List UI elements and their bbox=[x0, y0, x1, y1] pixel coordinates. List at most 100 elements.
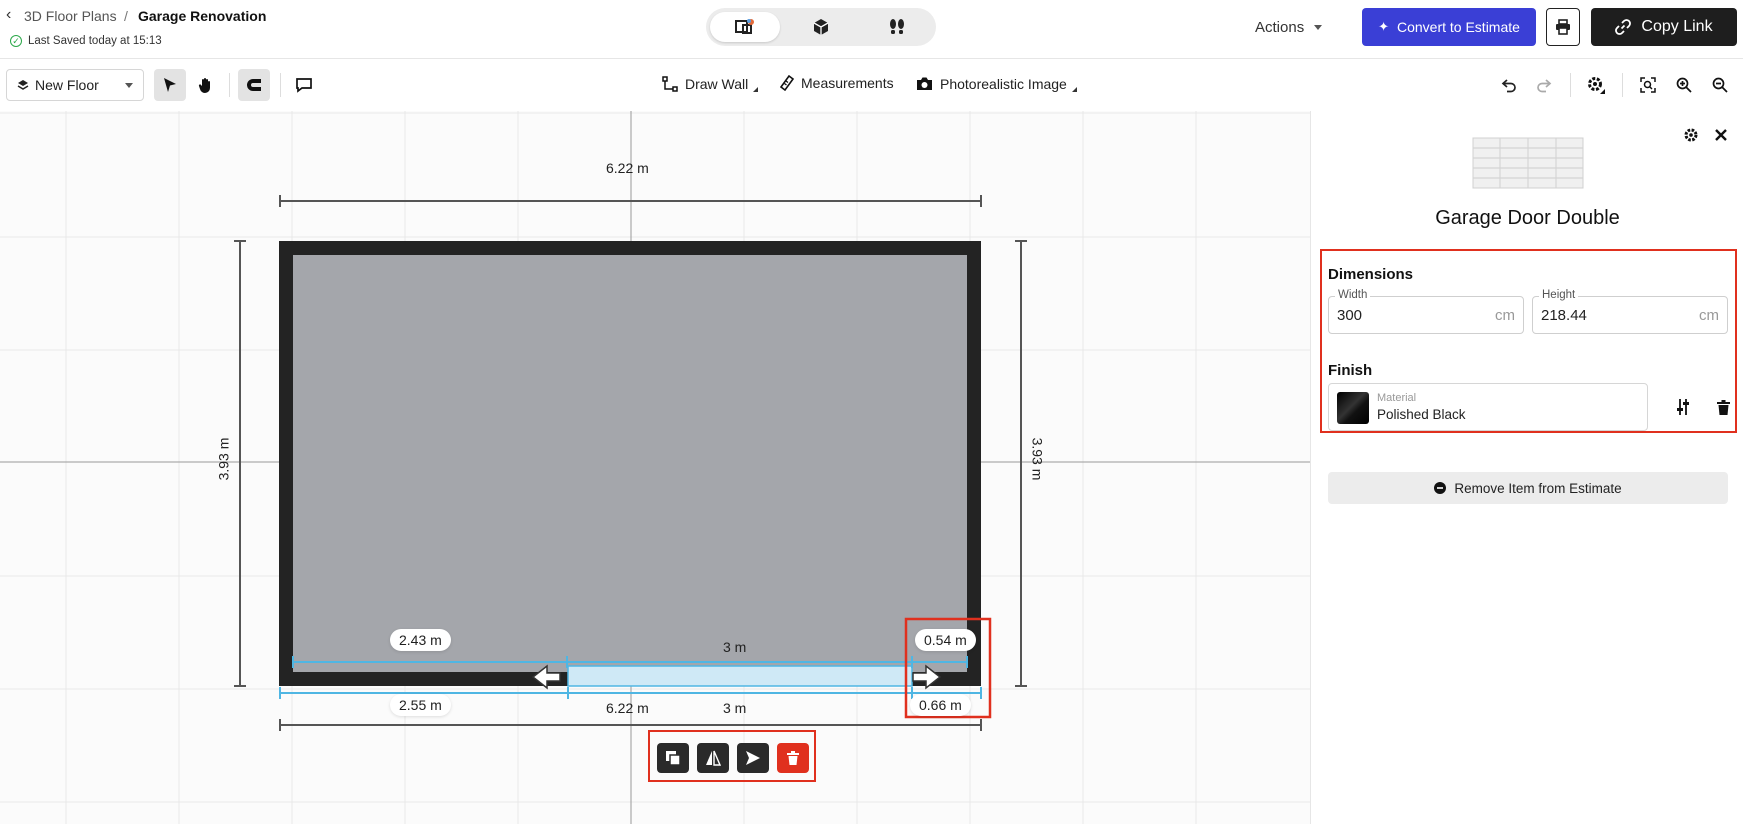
right-height-label: 3.93 m bbox=[1029, 437, 1046, 481]
comment-icon bbox=[296, 78, 312, 93]
floor-select[interactable]: New Floor bbox=[6, 69, 144, 101]
selection-action-bar bbox=[648, 730, 816, 782]
zoom-fit-icon bbox=[1640, 77, 1656, 93]
door-left-inner-label[interactable]: 2.43 m bbox=[390, 629, 451, 651]
caret-down-icon bbox=[125, 82, 133, 88]
view-mode-toggle bbox=[706, 8, 936, 46]
measurements-button[interactable]: Measurements bbox=[780, 75, 894, 91]
floor-plan-canvas[interactable]: 6.22 m 3.93 m 3.93 m 2.43 m 3 m 0.54 m 2… bbox=[0, 111, 1310, 824]
convert-label: Convert to Estimate bbox=[1396, 19, 1520, 35]
view-walkthrough[interactable] bbox=[862, 12, 932, 42]
cube-icon bbox=[813, 19, 829, 35]
trash-icon bbox=[1716, 399, 1730, 415]
view-2d-plan[interactable] bbox=[710, 12, 780, 42]
duplicate-button[interactable] bbox=[657, 743, 689, 773]
sparkle-icon: ✦ bbox=[1378, 19, 1389, 34]
duplicate-icon bbox=[666, 751, 681, 766]
check-circle-icon: ✓ bbox=[10, 35, 22, 47]
left-dimension-line bbox=[234, 240, 246, 687]
width-value: 300 bbox=[1337, 307, 1363, 324]
door-left-outer-label[interactable]: 2.55 m bbox=[390, 694, 451, 716]
magnet-icon bbox=[247, 79, 261, 91]
height-label: Height bbox=[1539, 289, 1579, 301]
ruler-icon bbox=[780, 75, 794, 91]
material-label: Material bbox=[1377, 392, 1417, 404]
height-value: 218.44 bbox=[1541, 307, 1587, 324]
select-tool[interactable] bbox=[154, 69, 186, 101]
photorealistic-image-button[interactable]: Photorealistic Image bbox=[916, 75, 1077, 92]
draw-wall-button[interactable]: Draw Wall bbox=[662, 75, 759, 92]
flip-button[interactable] bbox=[697, 743, 729, 773]
actions-dropdown[interactable]: Actions bbox=[1255, 14, 1323, 40]
dimensions-heading: Dimensions bbox=[1328, 266, 1414, 283]
item-settings-button[interactable] bbox=[1679, 123, 1703, 147]
remove-material-button[interactable] bbox=[1711, 395, 1735, 419]
flip-icon bbox=[706, 750, 721, 766]
bottom-width-label: 6.22 m bbox=[606, 700, 649, 716]
door-width-outer-label: 3 m bbox=[723, 700, 747, 716]
adjust-material-button[interactable] bbox=[1671, 395, 1695, 419]
material-swatch bbox=[1337, 392, 1369, 424]
top-width-label: 6.22 m bbox=[606, 160, 649, 176]
minus-circle-icon bbox=[1434, 482, 1447, 494]
saved-status-text: Last Saved today at 15:13 bbox=[28, 35, 162, 47]
item-properties-panel: Garage Door Double Dimensions Width 300 … bbox=[1310, 111, 1743, 824]
snap-magnet-toggle[interactable] bbox=[238, 69, 270, 101]
zoom-in-icon bbox=[1676, 77, 1692, 93]
remove-label: Remove Item from Estimate bbox=[1454, 480, 1622, 496]
comment-tool[interactable] bbox=[288, 69, 320, 101]
hand-icon bbox=[198, 77, 210, 93]
measurements-label: Measurements bbox=[801, 75, 894, 91]
door-right-outer-label[interactable]: 0.66 m bbox=[910, 694, 971, 716]
app-header: ‹ 3D Floor Plans / Garage Renovation ✓ L… bbox=[0, 0, 1743, 59]
garage-door-thumbnail bbox=[1472, 137, 1584, 189]
floorplan-icon bbox=[735, 19, 754, 34]
breadcrumb-separator: / bbox=[124, 8, 128, 24]
copy-link-button[interactable]: Copy Link bbox=[1591, 8, 1737, 46]
pointer-icon bbox=[164, 78, 176, 92]
editor-toolbar: New Floor Draw Wall Measurements Photore… bbox=[0, 59, 1743, 112]
draw-wall-icon bbox=[662, 75, 678, 92]
back-chevron-icon[interactable]: ‹ bbox=[6, 6, 11, 24]
footsteps-icon bbox=[890, 19, 904, 34]
page-title: Garage Renovation bbox=[138, 8, 267, 24]
zoom-fit-button[interactable] bbox=[1632, 69, 1664, 101]
pan-tool[interactable] bbox=[190, 69, 222, 101]
send-button[interactable] bbox=[737, 743, 769, 773]
print-button[interactable] bbox=[1546, 8, 1580, 46]
width-label: Width bbox=[1335, 289, 1371, 301]
saved-status: ✓ Last Saved today at 15:13 bbox=[10, 35, 162, 47]
convert-to-estimate-button[interactable]: ✦ Convert to Estimate bbox=[1362, 8, 1536, 46]
view-3d-box[interactable] bbox=[786, 12, 856, 42]
draw-wall-label: Draw Wall bbox=[685, 75, 749, 92]
settings-menu-button[interactable] bbox=[1580, 69, 1612, 101]
room-floor bbox=[293, 255, 967, 672]
toolbar-divider bbox=[1622, 73, 1623, 97]
toolbar-divider bbox=[1570, 73, 1571, 97]
delete-item-button[interactable] bbox=[777, 743, 809, 773]
height-unit: cm bbox=[1699, 307, 1719, 324]
zoom-out-button[interactable] bbox=[1704, 69, 1736, 101]
floor-select-label: New Floor bbox=[35, 77, 99, 93]
close-panel-button[interactable] bbox=[1709, 123, 1733, 147]
width-field[interactable]: Width 300 cm bbox=[1328, 289, 1524, 334]
redo-icon bbox=[1537, 79, 1552, 93]
copy-link-label: Copy Link bbox=[1641, 18, 1713, 35]
material-selector[interactable]: Material Polished Black bbox=[1328, 383, 1648, 431]
finish-heading: Finish bbox=[1328, 362, 1373, 379]
canvas-drawing bbox=[0, 111, 1310, 824]
sliders-icon bbox=[1677, 399, 1689, 415]
trash-icon bbox=[787, 751, 799, 765]
caret-down-icon bbox=[1314, 24, 1323, 30]
width-unit: cm bbox=[1495, 307, 1515, 324]
undo-button[interactable] bbox=[1493, 69, 1525, 101]
door-right-inner-label[interactable]: 0.54 m bbox=[915, 629, 976, 651]
actions-label: Actions bbox=[1255, 18, 1305, 36]
redo-button[interactable] bbox=[1528, 69, 1560, 101]
layers-icon bbox=[17, 80, 29, 90]
height-field[interactable]: Height 218.44 cm bbox=[1532, 289, 1728, 334]
printer-icon bbox=[1556, 19, 1570, 35]
breadcrumb-parent[interactable]: 3D Floor Plans bbox=[24, 8, 117, 24]
remove-from-estimate-button[interactable]: Remove Item from Estimate bbox=[1328, 472, 1728, 504]
zoom-in-button[interactable] bbox=[1668, 69, 1700, 101]
